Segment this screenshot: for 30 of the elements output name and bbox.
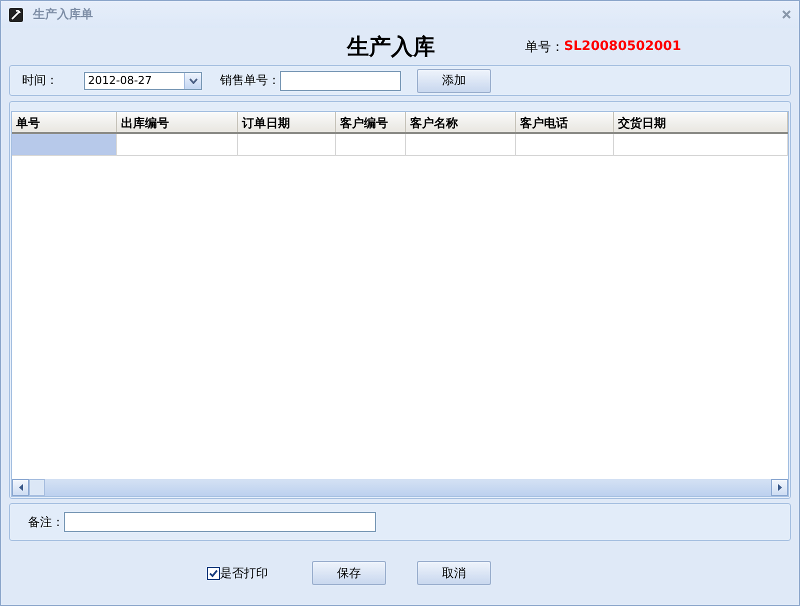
column-header[interactable]: 客户名称 — [406, 112, 516, 132]
horizontal-scrollbar[interactable] — [12, 479, 788, 496]
order-number-label: 单号： — [525, 38, 564, 56]
column-header[interactable]: 订单日期 — [238, 112, 336, 132]
print-option-label: 是否打印 — [220, 564, 268, 582]
save-button[interactable]: 保存 — [312, 561, 386, 585]
scroll-left-icon[interactable] — [12, 479, 29, 496]
add-button[interactable]: 添加 — [417, 68, 491, 93]
pickaxe-icon — [9, 8, 23, 22]
date-picker[interactable]: 2012-08-27 — [84, 72, 202, 90]
sales-number-label: 销售单号： — [220, 72, 280, 90]
column-header[interactable]: 客户电话 — [516, 112, 614, 132]
order-number-value: SL20080502001 — [564, 39, 682, 54]
window-title: 生产入库单 — [33, 6, 94, 24]
column-header[interactable]: 交货日期 — [614, 112, 788, 132]
table-cell[interactable] — [12, 134, 117, 156]
scroll-thumb[interactable] — [29, 479, 45, 496]
time-label: 时间： — [22, 72, 58, 90]
remark-label: 备注： — [28, 514, 64, 531]
sales-number-field[interactable] — [280, 70, 401, 91]
dropdown-icon[interactable] — [184, 72, 201, 89]
print-checkbox[interactable] — [207, 566, 220, 580]
cancel-button[interactable]: 取消 — [417, 561, 491, 585]
close-icon[interactable] — [782, 10, 791, 20]
column-header[interactable]: 出库编号 — [117, 112, 238, 132]
column-header[interactable]: 客户编号 — [336, 112, 406, 132]
scroll-right-icon[interactable] — [771, 479, 788, 496]
column-header[interactable]: 单号 — [12, 112, 117, 132]
remark-field[interactable] — [64, 512, 376, 532]
form-heading: 生产入库 — [347, 32, 435, 62]
